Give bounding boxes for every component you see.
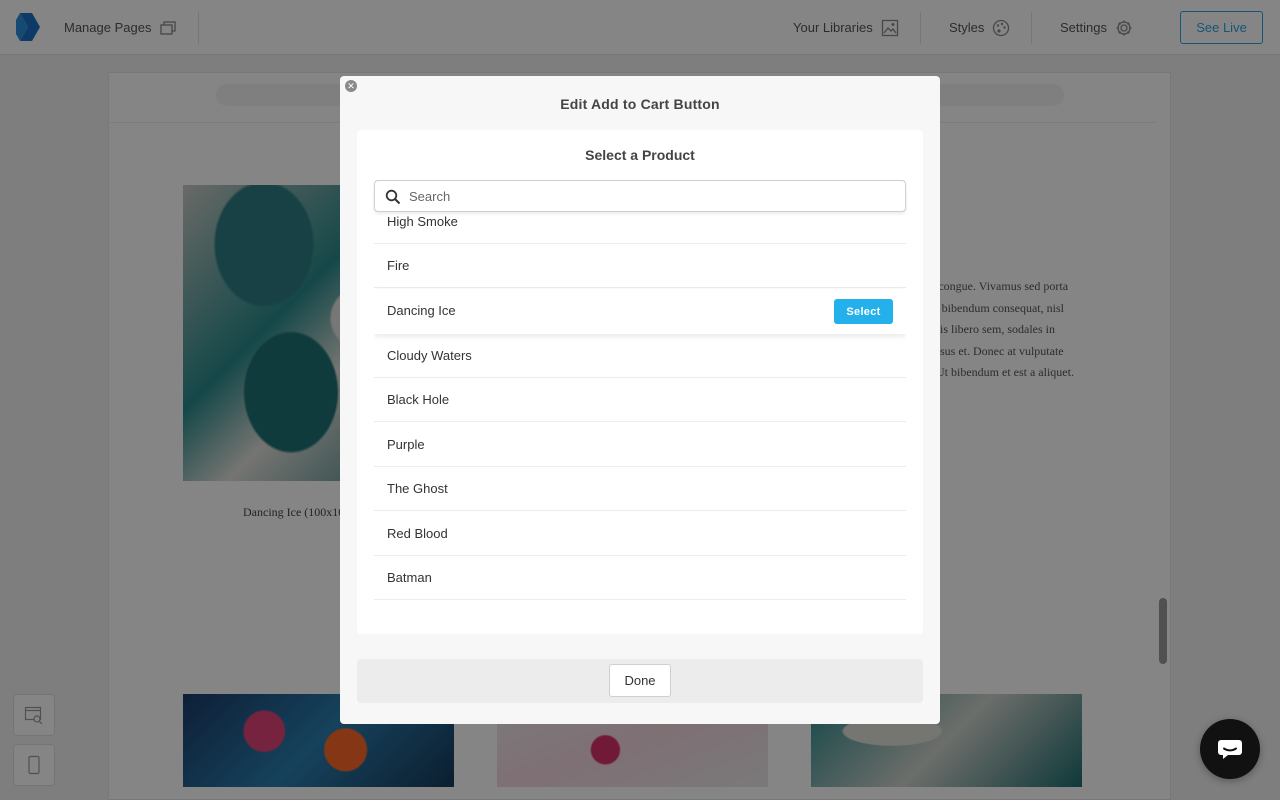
list-item[interactable]: High Smoke bbox=[374, 214, 906, 244]
product-name: Black Hole bbox=[387, 392, 450, 407]
modal-footer: Done bbox=[357, 659, 923, 703]
chat-icon bbox=[1218, 740, 1242, 759]
modal-title: Edit Add to Cart Button bbox=[560, 96, 720, 112]
product-list: High Smoke Fire Dancing Ice Select Cloud… bbox=[374, 214, 906, 614]
product-name: Purple bbox=[387, 437, 425, 452]
search-field[interactable] bbox=[374, 180, 906, 212]
product-name: Red Blood bbox=[387, 526, 448, 541]
product-name: Batman bbox=[387, 570, 432, 585]
list-item[interactable]: Purple bbox=[374, 423, 906, 467]
chat-widget-button[interactable] bbox=[1200, 719, 1260, 779]
done-button[interactable]: Done bbox=[609, 664, 671, 697]
list-item[interactable]: Dancing Ice Select bbox=[374, 289, 906, 334]
list-item[interactable]: Batman bbox=[374, 556, 906, 600]
product-name: Fire bbox=[387, 258, 410, 273]
product-name: Cloudy Waters bbox=[387, 348, 472, 363]
product-name: Dancing Ice bbox=[387, 303, 456, 318]
list-item[interactable]: Cloudy Waters bbox=[374, 334, 906, 378]
list-item[interactable]: The Ghost bbox=[374, 467, 906, 511]
close-icon[interactable]: ✕ bbox=[345, 80, 357, 92]
select-button[interactable]: Select bbox=[834, 299, 893, 324]
select-product-panel: Select a Product High Smoke Fire Dancing… bbox=[357, 130, 923, 634]
search-input[interactable] bbox=[409, 185, 889, 207]
list-item[interactable]: Black Hole bbox=[374, 378, 906, 422]
list-item[interactable]: Red Blood bbox=[374, 512, 906, 556]
list-item[interactable]: Fire bbox=[374, 244, 906, 288]
panel-title: Select a Product bbox=[585, 147, 695, 163]
search-icon bbox=[385, 189, 401, 205]
product-name: The Ghost bbox=[387, 481, 448, 496]
product-name: High Smoke bbox=[387, 214, 458, 229]
